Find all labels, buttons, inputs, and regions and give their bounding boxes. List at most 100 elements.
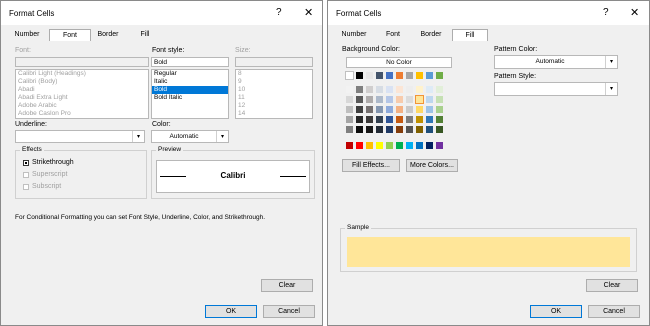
- theme-color-shade-swatch[interactable]: [426, 106, 433, 113]
- theme-color-shade-swatch[interactable]: [386, 96, 393, 103]
- tab-number[interactable]: Number: [336, 29, 372, 40]
- theme-color-shade-swatch[interactable]: [416, 86, 423, 93]
- theme-color-shade-swatch[interactable]: [346, 116, 353, 123]
- standard-color-swatch[interactable]: [436, 142, 443, 149]
- underline-dropdown[interactable]: ▾: [15, 130, 145, 143]
- style-list-item[interactable]: Bold Italic: [152, 94, 228, 102]
- font-list-item[interactable]: Calibri (Body): [16, 78, 148, 86]
- theme-color-shade-swatch[interactable]: [426, 96, 433, 103]
- theme-color-shade-swatch[interactable]: [396, 106, 403, 113]
- font-list-item[interactable]: Adobe Caslon Pro: [16, 110, 148, 118]
- theme-color-shade-swatch[interactable]: [396, 116, 403, 123]
- standard-color-swatch[interactable]: [426, 142, 433, 149]
- theme-color-swatch[interactable]: [426, 72, 433, 79]
- font-style-input[interactable]: Bold: [151, 57, 229, 67]
- theme-color-swatch[interactable]: [376, 72, 383, 79]
- theme-color-shade-swatch[interactable]: [406, 86, 413, 93]
- theme-color-shade-swatch[interactable]: [346, 126, 353, 133]
- font-list-item[interactable]: Abadi: [16, 86, 148, 94]
- theme-color-shade-swatch[interactable]: [386, 126, 393, 133]
- theme-color-shade-swatch[interactable]: [386, 86, 393, 93]
- theme-color-shade-swatch[interactable]: [426, 86, 433, 93]
- ok-button[interactable]: OK: [205, 305, 257, 318]
- tab-font[interactable]: Font: [376, 29, 410, 40]
- close-button[interactable]: ✕: [630, 6, 639, 19]
- theme-color-shade-swatch[interactable]: [346, 96, 353, 103]
- size-list-item[interactable]: 14: [236, 110, 312, 118]
- standard-color-swatch[interactable]: [356, 142, 363, 149]
- strikethrough-checkbox[interactable]: [23, 160, 29, 166]
- theme-color-shade-swatch[interactable]: [416, 106, 423, 113]
- theme-color-shade-swatch[interactable]: [356, 106, 363, 113]
- superscript-checkbox[interactable]: [23, 172, 29, 178]
- theme-color-shade-swatch[interactable]: [386, 106, 393, 113]
- theme-color-shade-swatch[interactable]: [436, 106, 443, 113]
- theme-color-shade-swatch[interactable]: [356, 86, 363, 93]
- standard-color-swatch[interactable]: [346, 142, 353, 149]
- size-list-item[interactable]: 8: [236, 70, 312, 78]
- cancel-button[interactable]: Cancel: [588, 305, 640, 318]
- theme-color-swatch[interactable]: [406, 72, 413, 79]
- clear-button[interactable]: Clear: [586, 279, 638, 292]
- style-list-item[interactable]: Italic: [152, 78, 228, 86]
- theme-color-shade-swatch[interactable]: [436, 96, 443, 103]
- tab-border[interactable]: Border: [89, 29, 127, 40]
- more-colors-button[interactable]: More Colors...: [406, 159, 458, 172]
- theme-color-shade-swatch[interactable]: [406, 116, 413, 123]
- color-dropdown[interactable]: Automatic ▾: [151, 130, 229, 143]
- theme-color-shade-swatch[interactable]: [376, 106, 383, 113]
- help-button[interactable]: ?: [276, 7, 282, 18]
- standard-color-swatch[interactable]: [416, 142, 423, 149]
- size-list-item[interactable]: 11: [236, 94, 312, 102]
- standard-color-swatch[interactable]: [406, 142, 413, 149]
- theme-color-swatch[interactable]: [416, 72, 423, 79]
- font-list-item[interactable]: Adobe Arabic: [16, 102, 148, 110]
- size-list-item[interactable]: 9: [236, 78, 312, 86]
- ok-button[interactable]: OK: [530, 305, 582, 318]
- theme-color-shade-swatch[interactable]: [426, 126, 433, 133]
- clear-button[interactable]: Clear: [261, 279, 313, 292]
- theme-color-shade-swatch[interactable]: [376, 126, 383, 133]
- size-list-item[interactable]: 10: [236, 86, 312, 94]
- theme-color-shade-swatch[interactable]: [386, 116, 393, 123]
- tab-border[interactable]: Border: [412, 29, 450, 40]
- fill-effects-button[interactable]: Fill Effects...: [342, 159, 400, 172]
- theme-color-swatch[interactable]: [436, 72, 443, 79]
- theme-color-swatch[interactable]: [396, 72, 403, 79]
- theme-color-shade-swatch[interactable]: [416, 126, 423, 133]
- close-button[interactable]: ✕: [304, 6, 313, 19]
- standard-color-swatch[interactable]: [386, 142, 393, 149]
- theme-color-shade-swatch[interactable]: [426, 116, 433, 123]
- no-color-button[interactable]: No Color: [346, 57, 452, 68]
- font-list-item[interactable]: Calibri Light (Headings): [16, 70, 148, 78]
- theme-color-shade-swatch[interactable]: [376, 86, 383, 93]
- theme-color-shade-swatch[interactable]: [356, 116, 363, 123]
- theme-color-shade-swatch[interactable]: [436, 116, 443, 123]
- theme-color-shade-swatch[interactable]: [436, 86, 443, 93]
- theme-color-shade-swatch[interactable]: [356, 126, 363, 133]
- tab-fill[interactable]: Fill: [129, 29, 161, 40]
- style-list-item-selected[interactable]: Bold: [152, 86, 228, 94]
- standard-color-swatch[interactable]: [396, 142, 403, 149]
- theme-color-shade-swatch[interactable]: [376, 96, 383, 103]
- pattern-color-dropdown[interactable]: Automatic ▾: [494, 55, 618, 69]
- theme-color-shade-swatch[interactable]: [406, 126, 413, 133]
- theme-color-swatch[interactable]: [345, 71, 354, 80]
- size-list-item[interactable]: 12: [236, 102, 312, 110]
- size-input[interactable]: [235, 57, 313, 67]
- subscript-checkbox[interactable]: [23, 184, 29, 190]
- cancel-button[interactable]: Cancel: [263, 305, 315, 318]
- theme-color-shade-swatch[interactable]: [366, 96, 373, 103]
- help-button[interactable]: ?: [603, 7, 609, 18]
- size-list[interactable]: 8 9 10 11 12 14: [235, 69, 313, 119]
- theme-color-shade-swatch[interactable]: [415, 95, 424, 104]
- theme-color-shade-swatch[interactable]: [406, 106, 413, 113]
- theme-color-shade-swatch[interactable]: [396, 126, 403, 133]
- theme-color-swatch[interactable]: [366, 72, 373, 79]
- theme-color-shade-swatch[interactable]: [376, 116, 383, 123]
- theme-color-shade-swatch[interactable]: [356, 96, 363, 103]
- theme-color-shade-swatch[interactable]: [396, 86, 403, 93]
- tab-number[interactable]: Number: [9, 29, 45, 40]
- font-name-input[interactable]: [15, 57, 149, 67]
- font-list[interactable]: Calibri Light (Headings) Calibri (Body) …: [15, 69, 149, 119]
